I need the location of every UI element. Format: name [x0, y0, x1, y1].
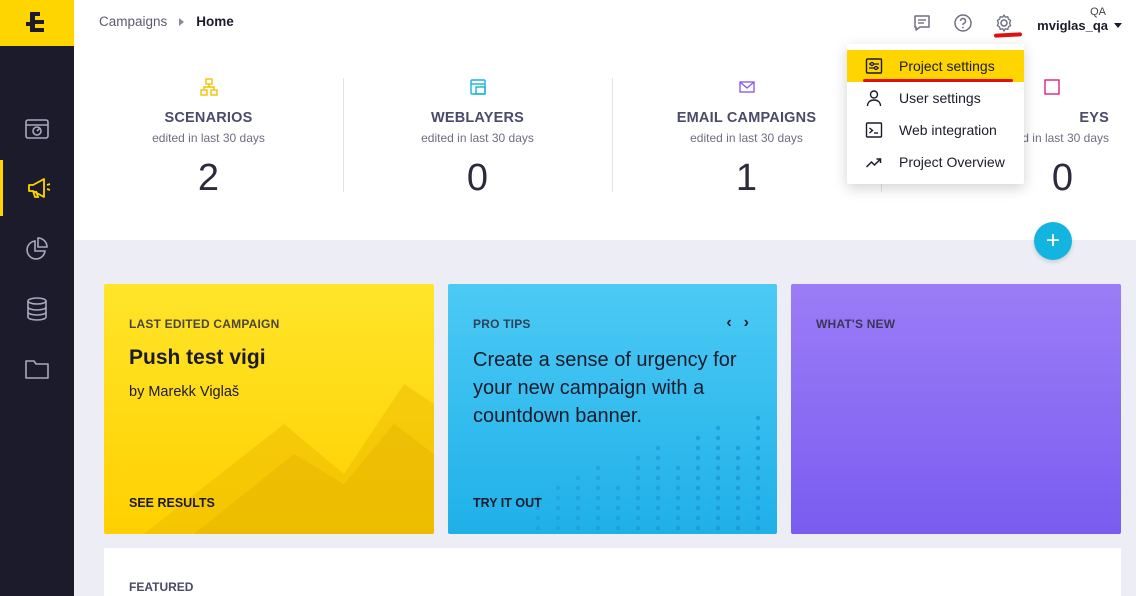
sidebar-item-campaigns[interactable] — [0, 160, 74, 216]
tip-text: Create a sense of urgency for your new c… — [473, 349, 737, 427]
chevron-right-icon[interactable]: › — [744, 314, 749, 332]
app-logo[interactable] — [0, 0, 74, 46]
stat-email-campaigns[interactable]: EMAIL CAMPAIGNS edited in last 30 days 1 — [612, 78, 881, 200]
campaign-author: by Marekk Viglaš — [129, 384, 240, 400]
stat-subtitle: edited in last 30 days — [421, 131, 534, 145]
featured-section: FEATURED — [104, 548, 1121, 596]
menu-item-project-overview[interactable]: Project Overview — [847, 146, 1024, 178]
stat-weblayers[interactable]: WEBLAYERS edited in last 30 days 0 — [343, 78, 612, 200]
menu-item-label: Project settings — [899, 58, 995, 74]
menu-item-project-settings[interactable]: Project settings — [847, 50, 1024, 82]
stat-title: EMAIL CAMPAIGNS — [676, 110, 817, 126]
whats-new-card[interactable]: WHAT'S NEW — [791, 284, 1121, 534]
stat-subtitle: edited in last 30 days — [152, 131, 265, 145]
user-menu[interactable]: QA mviglas_qa — [1037, 6, 1122, 33]
stat-value: 2 — [197, 157, 220, 199]
last-edited-campaign-card[interactable]: LAST EDITED CAMPAIGN Push test vigi by M… — [104, 284, 434, 534]
username-row: mviglas_qa — [1037, 18, 1122, 33]
pro-tips-card: PRO TIPS ‹ › Create a sense of urgency f… — [448, 284, 777, 534]
sidebar-item-assets[interactable] — [0, 341, 74, 397]
breadcrumb-campaigns[interactable]: Campaigns — [99, 14, 167, 29]
email-icon — [612, 78, 881, 100]
annotation-underline — [863, 79, 1013, 82]
sidebar-item-data[interactable] — [0, 281, 74, 337]
terminal-icon — [865, 122, 883, 138]
user-icon — [866, 90, 882, 107]
menu-item-web-integration[interactable]: Web integration — [847, 114, 1024, 146]
breadcrumb-separator-icon — [179, 17, 185, 26]
logo-icon — [26, 12, 44, 32]
trend-icon — [865, 158, 882, 168]
settings-dropdown: Project settings User settings Web integ… — [847, 44, 1024, 184]
stat-title: WEBLAYERS — [430, 110, 525, 126]
top-header: Campaigns Home QA mviglas_qa — [74, 0, 1136, 46]
see-results-link[interactable]: SEE RESULTS — [129, 496, 215, 510]
stat-title: SCENARIOS — [164, 110, 253, 126]
stat-value: 1 — [735, 157, 758, 199]
project-name: QA — [1090, 6, 1106, 18]
stat-scenarios[interactable]: SCENARIOS edited in last 30 days 2 — [74, 78, 343, 200]
featured-label: FEATURED — [129, 580, 194, 594]
tips-pager: ‹ › — [726, 314, 749, 332]
megaphone-icon — [27, 178, 50, 198]
chat-icon[interactable] — [911, 12, 933, 34]
menu-item-label: Project Overview — [899, 154, 1005, 170]
sliders-icon — [865, 58, 883, 74]
card-label: WHAT'S NEW — [816, 317, 896, 331]
sidebar-item-analyses[interactable] — [0, 221, 74, 277]
chevron-down-icon — [1114, 23, 1122, 28]
folder-icon — [25, 360, 49, 379]
menu-item-label: User settings — [899, 90, 981, 106]
gear-icon[interactable] — [993, 12, 1015, 34]
add-button[interactable]: + — [1034, 222, 1072, 260]
help-icon[interactable] — [952, 12, 974, 34]
card-label: LAST EDITED CAMPAIGN — [129, 317, 280, 331]
card-label: PRO TIPS — [473, 317, 531, 331]
stat-value: 0 — [466, 157, 489, 199]
annotation-underline — [993, 32, 1023, 38]
breadcrumb-current: Home — [196, 14, 234, 29]
menu-item-label: Web integration — [899, 122, 997, 138]
stat-subtitle: edited in last 30 days — [690, 131, 803, 145]
scenario-icon — [74, 78, 343, 100]
database-icon — [27, 297, 47, 321]
breadcrumb: Campaigns Home — [99, 14, 234, 29]
pie-chart-icon — [26, 237, 48, 260]
dashboard-icon — [25, 119, 49, 139]
sidebar-item-dashboard[interactable] — [0, 101, 74, 157]
campaign-title: Push test vigi — [129, 346, 266, 369]
try-it-out-link[interactable]: TRY IT OUT — [473, 496, 542, 510]
weblayer-icon — [343, 78, 612, 100]
sidebar — [0, 0, 74, 596]
chevron-left-icon[interactable]: ‹ — [726, 314, 731, 332]
menu-item-user-settings[interactable]: User settings — [847, 82, 1024, 114]
username: mviglas_qa — [1037, 18, 1108, 33]
